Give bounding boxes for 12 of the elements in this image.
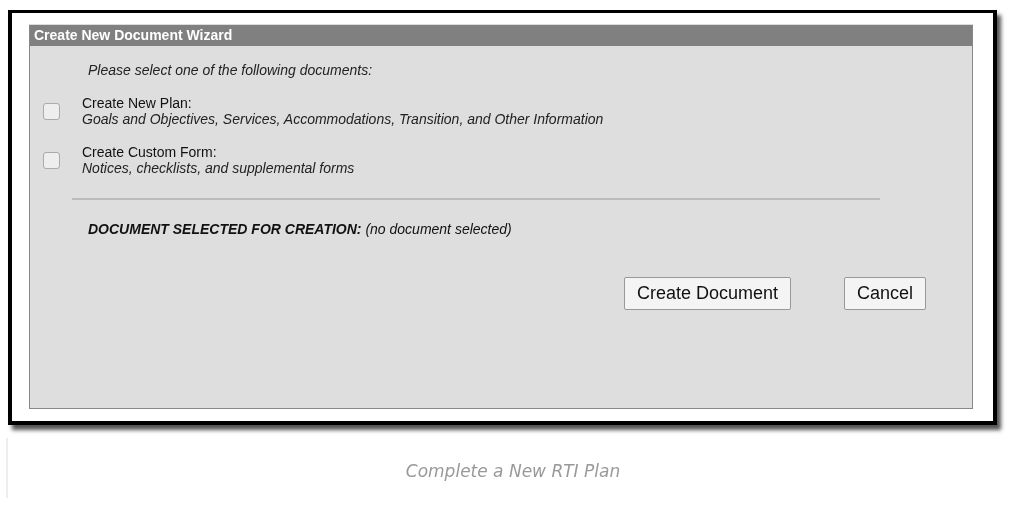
dialog-title: Create New Document Wizard <box>30 25 972 46</box>
option-description: Notices, checklists, and supplemental forms <box>82 160 355 176</box>
option-label: Create Custom Form: <box>82 144 218 160</box>
selection-text: DOCUMENT SELECTED FOR CREATION: (no document selected) <box>88 221 513 237</box>
checkbox[interactable] <box>43 103 60 120</box>
create-document-button[interactable]: Create Document <box>623 277 791 310</box>
option-label: Create New Plan: <box>82 95 193 111</box>
image-caption: Complete a New RTI Plan <box>405 461 621 481</box>
option-description: Goals and Objectives, Services, Accommodations, Transition, and Other Information <box>82 111 604 127</box>
checkbox[interactable] <box>43 152 60 169</box>
cancel-button[interactable]: Cancel <box>843 277 926 310</box>
instruction-text: Please select one of the following documents: <box>88 62 374 78</box>
